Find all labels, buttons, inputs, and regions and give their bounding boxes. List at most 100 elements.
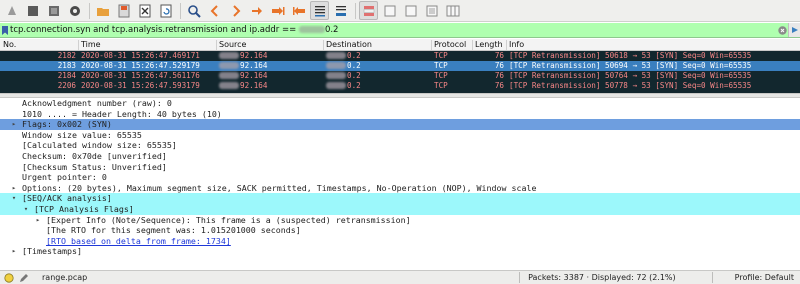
colorize-icon[interactable] [359,1,378,20]
tree-item-label: [Checksum Status: Unverified] [22,161,167,172]
packet-source-tail: 92.164 [240,51,268,60]
go-forward-icon[interactable] [226,1,245,20]
reload-file-icon[interactable] [156,1,175,20]
column-header-destination[interactable]: Destination [326,40,372,49]
tree-item[interactable]: 1010 .... = Header Length: 40 bytes (10) [0,109,800,120]
expand-arrow-icon[interactable]: ▸ [10,183,18,194]
redacted-ip [326,72,346,79]
packet-length: 76 [494,61,504,70]
filter-redacted-ip [298,26,325,33]
tree-item-tcp-analysis-flags[interactable]: ▾ [TCP Analysis Flags] [0,203,800,215]
column-divider [506,40,507,50]
tree-item[interactable]: [The RTO for this segment was: 1.0152010… [0,225,800,236]
tree-item-label: 1010 .... = Header Length: 40 bytes (10) [22,108,222,119]
tree-item-flags[interactable]: ▸ Flags: 0x002 (SYN) [0,119,800,130]
expand-arrow-icon[interactable]: ▸ [34,215,42,226]
tree-item[interactable]: [Checksum Status: Unverified] [0,162,800,173]
packet-info: [TCP Retransmission] 50618 → 53 [SYN] Se… [509,51,752,60]
tree-item[interactable]: Checksum: 0x70de [unverified] [0,151,800,162]
tree-item[interactable]: Acknowledgment number (raw): 0 [0,98,800,109]
packet-time: 2020-08-31 15:26:47.593179 [81,81,200,90]
tree-item-label: Urgent pointer: 0 [22,172,107,183]
save-file-icon[interactable] [114,1,133,20]
tree-item-label: [Timestamps] [22,246,82,257]
capture-options-gear-icon[interactable] [65,1,84,20]
last-line-icon[interactable] [331,1,350,20]
display-filter-bar: tcp.connection.syn and tcp.analysis.retr… [0,23,800,38]
packet-protocol: TCP [434,81,448,90]
packet-time: 2020-08-31 15:26:47.561176 [81,71,200,80]
packet-time: 2020-08-31 15:26:47.529179 [81,61,200,70]
redacted-ip [326,52,346,59]
display-filter-input[interactable]: tcp.connection.syn and tcp.analysis.retr… [10,25,776,35]
redacted-ip [219,72,239,79]
last-packet-icon[interactable] [289,1,308,20]
close-file-icon[interactable] [135,1,154,20]
collapse-arrow-icon[interactable]: ▾ [22,204,30,215]
column-divider [431,40,432,50]
packet-list: No. Time Source Destination Protocol Len… [0,39,800,93]
tree-item-expert-info[interactable]: ▸ [Expert Info (Note/Sequence): This fra… [0,215,800,226]
packet-row[interactable]: 2206 2020-08-31 15:26:47.593179 92.164 0… [0,81,800,91]
zoom-out-icon[interactable] [401,1,420,20]
tree-item-timestamps[interactable]: ▸ [Timestamps] [0,246,800,257]
filter-ip-tail: 0.2 [324,25,339,35]
column-header-info[interactable]: Info [509,40,524,49]
expand-arrow-icon[interactable]: ▸ [10,246,18,257]
tree-item-label: [SEQ/ACK analysis] [22,193,112,204]
column-divider [323,40,324,50]
capture-status-icon[interactable] [3,272,15,284]
column-header-protocol[interactable]: Protocol [434,40,466,49]
auto-scroll-icon[interactable] [310,1,329,20]
zoom-in-icon[interactable] [380,1,399,20]
packet-no: 2184 [57,71,76,80]
redacted-ip [219,52,239,59]
packet-source-tail: 92.164 [240,71,268,80]
go-to-packet-icon[interactable] [247,1,266,20]
expand-arrow-icon[interactable]: ▸ [10,119,18,130]
column-header-source[interactable]: Source [219,40,246,49]
column-header-time[interactable]: Time [81,40,101,49]
restart-capture-icon[interactable] [44,1,63,20]
packet-info: [TCP Retransmission] 50764 → 53 [SYN] Se… [509,71,752,80]
collapse-arrow-icon[interactable]: ▾ [10,193,18,204]
tree-item[interactable]: Urgent pointer: 0 [0,172,800,183]
clear-filter-icon[interactable] [776,24,788,36]
tree-item-options[interactable]: ▸ Options: (20 bytes), Maximum segment s… [0,183,800,194]
tree-item-label: [Calculated window size: 65535] [22,140,177,151]
tree-item-rto-frame-link[interactable]: [RTO based on delta from frame: 1734] [0,236,800,247]
packet-row-selected[interactable]: 2183 2020-08-31 15:26:47.529179 92.164 0… [0,61,800,71]
tree-item[interactable]: Window size value: 65535 [0,130,800,141]
go-back-icon[interactable] [205,1,224,20]
redacted-ip [326,62,346,69]
packet-length: 76 [494,81,504,90]
packet-row[interactable]: 2184 2020-08-31 15:26:47.561176 92.164 0… [0,71,800,81]
packet-row[interactable]: 2182 2020-08-31 15:26:47.469171 92.164 0… [0,51,800,61]
column-header-length[interactable]: Length [475,40,503,49]
packet-source: 92.164 [219,51,267,61]
status-profile[interactable]: Profile: Default [713,273,800,282]
redacted-ip [219,82,239,89]
find-packet-icon[interactable] [184,1,203,20]
stop-capture-icon[interactable] [23,1,42,20]
tree-item-seq-ack-analysis[interactable]: ▾ [SEQ/ACK analysis] [0,193,800,204]
redacted-ip [219,62,239,69]
apply-filter-icon[interactable] [788,23,800,37]
packet-details-tree: Acknowledgment number (raw): 0 1010 ....… [0,98,800,266]
first-packet-icon[interactable] [268,1,287,20]
packet-source: 92.164 [219,61,267,71]
filter-bookmark-icon[interactable] [0,23,10,37]
packet-destination: 0.2 [326,61,361,71]
edit-comment-icon[interactable] [18,272,30,284]
tree-item[interactable]: [Calculated window size: 65535] [0,140,800,151]
normal-size-icon[interactable] [422,1,441,20]
column-header-no[interactable]: No. [3,40,16,49]
packet-source-tail: 92.164 [240,61,268,70]
packet-destination: 0.2 [326,51,361,61]
packet-length: 76 [494,71,504,80]
resize-columns-icon[interactable] [443,1,462,20]
tree-item-link[interactable]: [RTO based on delta from frame: 1734] [46,236,231,247]
packet-destination-tail: 0.2 [347,61,361,70]
open-file-icon[interactable] [93,1,112,20]
start-capture-icon[interactable] [2,1,21,20]
